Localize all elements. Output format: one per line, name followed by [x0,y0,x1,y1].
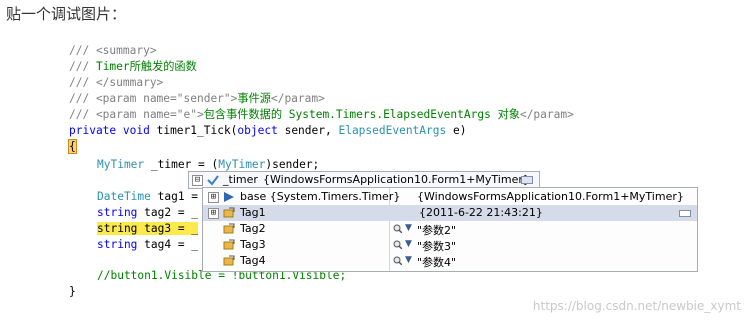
type-name: DateTime [97,190,151,203]
member-row-tag2[interactable]: Tag2 ▼ "参数2" [203,221,697,237]
property-icon [223,207,235,218]
code-text: _timer = ( [144,158,219,171]
member-row-base[interactable]: ⊞ base {System.Timers.Timer} {WindowsFor… [203,189,697,205]
code-line-tag4: string tag4 = _ [97,237,198,253]
code-line-doc-description: /// Timer所触发的函数 [69,59,197,75]
member-value: "参数2" [417,224,457,237]
member-name: Tag3 [240,238,266,251]
collapse-toggle[interactable]: ⊟ [192,175,203,186]
expand-toggle[interactable]: ⊞ [208,208,219,219]
doc-comment-tag: /// <param name="sender"> [69,92,238,105]
magnifier-icon[interactable] [393,224,402,233]
chevron-down-icon[interactable]: ▼ [405,255,412,265]
code-line-doc-summary-close: /// </summary> [69,75,163,91]
keyword: string [97,222,138,235]
chevron-down-icon[interactable]: ▼ [405,239,412,249]
code-line-tag3-highlighted: string tag3 = _ [97,221,199,237]
doc-comment-tag: /// <param name="e"> [69,108,204,121]
code-text: tag3 = _ [137,222,199,235]
property-icon [223,239,235,250]
pin-icon[interactable] [679,210,691,217]
code-text: tag2 = _ [137,206,199,219]
keyword: string [97,206,138,219]
datatip-members-panel: ⊞ base {System.Timers.Timer} {WindowsFor… [202,187,698,272]
member-value: {WindowsFormsApplication10.Form1+MyTimer… [417,190,684,203]
keyword: string [97,238,138,251]
property-icon [223,223,235,234]
code-text: e) [446,124,467,137]
expand-toggle[interactable]: ⊞ [208,192,219,203]
keyword: void [122,124,150,137]
member-value: {2011-6-22 21:43:21} [419,206,543,219]
datatip-variable-value: {WindowsFormsApplication10.Form1+MyTimer… [263,173,530,186]
code-line-open-brace: { [68,139,77,155]
magnifier-icon[interactable] [393,256,402,265]
doc-comment-text: 事件源 [237,92,271,105]
member-value: "参数4" [417,256,457,269]
chevron-down-icon[interactable]: ▼ [405,223,412,233]
datatip-variable-name: _timer [223,173,258,186]
variable-icon [207,175,219,186]
doc-comment-tag: </param> [519,108,574,121]
doc-comment: /// <summary> [69,44,157,57]
code-line-doc-param-sender: /// <param name="sender">事件源</param> [69,91,325,107]
code-line-tag2: string tag2 = _ [97,205,198,221]
code-text: timer1_Tick( [149,124,238,137]
code-line-close-brace: } [69,284,76,300]
type-name: MyTimer [218,158,266,171]
code-text: tag4 = _ [137,238,199,251]
keyword: private [69,124,117,137]
brace: } [69,285,76,298]
code-text: )sender; [265,158,320,171]
magnifier-icon[interactable] [393,240,402,249]
watermark: https://blog.csdn.net/newbie_xymt [532,299,741,313]
code-line-tag1: DateTime tag1 = _ [97,189,212,205]
post-heading: 贴一个调试图片： [6,5,127,23]
doc-comment-text: Timer所触发的函数 [95,60,197,73]
code-text: sender, [277,124,339,137]
member-row-tag1[interactable]: ⊞ Tag1 {2011-6-22 21:43:21} [203,205,697,221]
member-name: Tag4 [240,254,266,267]
type-name: ElapsedEventArgs [338,124,447,137]
code-line-doc-summary-open: /// <summary> [69,43,157,59]
doc-comment: /// </summary> [69,76,164,89]
code-line-doc-param-e: /// <param name="e">包含事件数据的 System.Timer… [69,107,574,123]
member-row-tag4[interactable]: Tag4 ▼ "参数4" [203,253,697,269]
member-name: base {System.Timers.Timer} [240,190,401,203]
pin-icon[interactable] [521,176,533,184]
type-name: MyTimer [97,158,145,171]
base-class-icon [224,192,234,202]
member-name: Tag2 [240,222,266,235]
keyword: object [237,124,278,137]
code-line-method-signature: private void timer1_Tick(object sender, … [69,123,466,139]
doc-comment-tag: </param> [270,92,325,105]
property-icon [223,255,235,266]
doc-comment-prefix: /// [69,60,96,73]
brace-highlight: { [68,139,77,154]
member-value: "参数3" [417,240,457,253]
member-name: Tag1 [240,206,266,219]
doc-comment-text: 包含事件数据的 System.Timers.ElapsedEventArgs 对… [203,108,520,121]
member-row-tag3[interactable]: Tag3 ▼ "参数3" [203,237,697,253]
